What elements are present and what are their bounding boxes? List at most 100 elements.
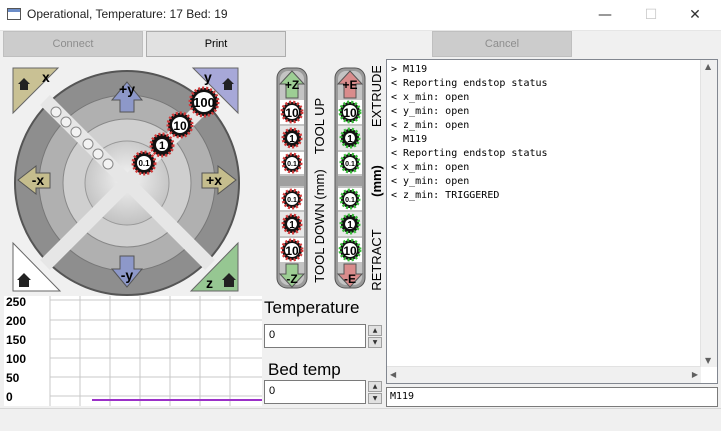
- svg-text:1: 1: [289, 220, 295, 231]
- close-button[interactable]: ✕: [672, 0, 718, 30]
- z-jog-column[interactable]: +Z 10 1 0.1 0.1 1 10 -Z TOOL UP TOOL DOW…: [272, 66, 332, 292]
- gcode-command-input[interactable]: M119: [386, 387, 718, 407]
- console-line: > M119: [391, 134, 428, 145]
- console-line: < x_min: open: [391, 162, 470, 173]
- console-log[interactable]: > M119 < Reporting endstop status < x_min:…: [386, 59, 718, 384]
- svg-text:0.1: 0.1: [345, 161, 355, 168]
- bed-temp-input[interactable]: 0: [264, 380, 366, 404]
- temperature-spin-up[interactable]: ▲: [368, 325, 382, 336]
- console-line: < y_min: open: [391, 106, 470, 117]
- print-button[interactable]: Print: [146, 31, 286, 57]
- svg-text:10: 10: [343, 244, 357, 258]
- plus-y-label: +y: [119, 81, 135, 97]
- scroll-up-arrow[interactable]: ▲: [705, 62, 711, 71]
- console-vscrollbar[interactable]: ▲ ▼: [700, 60, 717, 367]
- bed-temp-spin-up[interactable]: ▲: [368, 381, 382, 392]
- window-title: Operational, Temperature: 17 Bed: 19: [27, 7, 228, 21]
- maximize-button[interactable]: ☐: [628, 0, 674, 30]
- svg-text:y: y: [204, 69, 212, 85]
- svg-text:-E: -E: [344, 272, 356, 286]
- console-line: < x_min: open: [391, 92, 470, 103]
- svg-text:1: 1: [159, 140, 165, 152]
- y-tick-0: 0: [6, 390, 13, 404]
- dot-marker: [70, 126, 82, 138]
- console-line: < Reporting endstop status: [391, 148, 548, 159]
- status-bar: [0, 408, 721, 431]
- tool-up-text: TOOL UP: [312, 98, 327, 154]
- dot-marker: [50, 106, 62, 118]
- svg-text:0.1: 0.1: [138, 159, 150, 168]
- svg-text:1: 1: [289, 134, 295, 145]
- plus-x-label: +x: [206, 172, 222, 188]
- svg-text:+Z: +Z: [285, 78, 299, 92]
- svg-text:1: 1: [347, 220, 353, 231]
- scroll-right-arrow[interactable]: ▶: [692, 370, 698, 379]
- y-tick-50: 50: [6, 371, 20, 385]
- svg-text:1: 1: [347, 134, 353, 145]
- app-icon: [7, 8, 21, 20]
- bed-temp-label: Bed temp: [268, 360, 341, 379]
- z-down-step-1[interactable]: 1: [280, 212, 304, 236]
- console-line: < z_min: TRIGGERED: [391, 190, 500, 201]
- cancel-button[interactable]: Cancel: [432, 31, 572, 57]
- console-line: < Reporting endstop status: [391, 78, 548, 89]
- retract-text: RETRACT: [369, 229, 384, 290]
- step-badge-100[interactable]: 100: [188, 86, 220, 118]
- svg-text:100: 100: [193, 95, 215, 110]
- temperature-label: Temperature: [264, 298, 360, 317]
- z-up-step-1[interactable]: 1: [280, 126, 304, 150]
- svg-text:10: 10: [343, 106, 357, 120]
- y-tick-250: 250: [6, 295, 27, 309]
- e-divider: [338, 176, 362, 186]
- e-retract-step-1[interactable]: 1: [338, 212, 362, 236]
- svg-text:x: x: [42, 69, 50, 85]
- svg-text:z: z: [206, 275, 213, 291]
- svg-text:10: 10: [173, 119, 187, 133]
- temperature-input[interactable]: 0: [264, 324, 366, 348]
- minimize-button[interactable]: —: [582, 0, 628, 30]
- svg-text:+E: +E: [342, 78, 357, 92]
- e-jog-column[interactable]: +E 10 1 0.1 0.1 1 10 -E EXTRUDE (mm) RET…: [330, 66, 388, 292]
- console-line: > M119: [391, 64, 428, 75]
- mm-text: (mm): [369, 165, 384, 197]
- dot-marker: [102, 158, 114, 170]
- scroll-down-arrow[interactable]: ▼: [705, 356, 711, 365]
- svg-text:0.1: 0.1: [345, 197, 355, 204]
- svg-text:0.1: 0.1: [287, 161, 297, 168]
- svg-text:10: 10: [285, 106, 299, 120]
- extrude-text: EXTRUDE: [369, 66, 384, 127]
- e-extrude-step-1[interactable]: 1: [338, 126, 362, 150]
- e-extrude-step-10[interactable]: 10: [338, 100, 362, 124]
- step-badge-1[interactable]: 1: [149, 132, 175, 158]
- y-tick-100: 100: [6, 352, 27, 366]
- console-hscrollbar[interactable]: ◀ ▶: [387, 366, 701, 383]
- e-extrude-step-01[interactable]: 0.1: [338, 152, 362, 174]
- svg-text:10: 10: [285, 244, 299, 258]
- step-badge-10[interactable]: 10: [166, 111, 194, 139]
- svg-text:0.1: 0.1: [287, 197, 297, 204]
- step-badge-01[interactable]: 0.1: [131, 150, 157, 176]
- e-retract-step-01[interactable]: 0.1: [338, 188, 362, 210]
- minus-x-label: -x: [32, 172, 45, 188]
- temperature-graph: 250 200 150 100 50 0: [4, 295, 262, 406]
- z-divider: [280, 176, 304, 186]
- connect-button[interactable]: Connect: [3, 31, 143, 57]
- console-line: < z_min: open: [391, 120, 470, 131]
- console-lines: > M119 < Reporting endstop status < x_min:…: [391, 63, 548, 203]
- bed-temp-spin-down[interactable]: ▼: [368, 393, 382, 404]
- z-down-step-01[interactable]: 0.1: [280, 188, 304, 210]
- y-tick-200: 200: [6, 314, 27, 328]
- scroll-left-arrow[interactable]: ◀: [390, 370, 396, 379]
- e-retract-step-10[interactable]: 10: [338, 238, 362, 262]
- z-up-step-10[interactable]: 10: [280, 100, 304, 124]
- z-down-step-10[interactable]: 10: [280, 238, 304, 262]
- console-line: < y_min: open: [391, 176, 470, 187]
- dot-marker: [60, 116, 72, 128]
- dot-marker: [92, 148, 104, 160]
- z-up-step-01[interactable]: 0.1: [280, 152, 304, 174]
- dot-marker: [82, 138, 94, 150]
- minus-y-label: -y: [121, 267, 134, 283]
- temperature-spin-down[interactable]: ▼: [368, 337, 382, 348]
- xy-jog-pad[interactable]: +y -y -x +x 100 10 1 0.1 x y z: [0, 60, 262, 296]
- tool-down-text: TOOL DOWN (mm): [312, 169, 327, 282]
